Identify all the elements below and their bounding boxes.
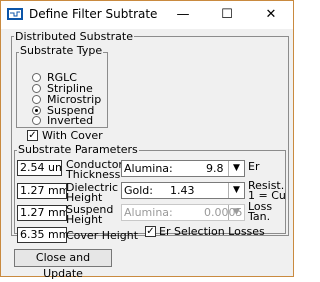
conductor-resist-value: 1.43 bbox=[170, 184, 195, 197]
loss-material-name: Alumina: bbox=[124, 206, 173, 219]
chevron-down-icon[interactable]: ▼ bbox=[228, 183, 244, 198]
substrate-type-label: Substrate Type bbox=[19, 44, 104, 57]
conductor-thickness-input[interactable]: 2.54 um bbox=[17, 160, 62, 176]
cover-height-label: Cover Height bbox=[66, 229, 139, 242]
radio-inverted-label: Inverted bbox=[47, 114, 94, 127]
er-selection-losses-label: Er Selection Losses bbox=[159, 225, 265, 238]
with-cover-label: With Cover bbox=[42, 129, 103, 142]
loss-material-select: Alumina: 0.0005 ▼ bbox=[121, 204, 245, 221]
radio-microstrip-circle[interactable] bbox=[32, 95, 41, 104]
resist-label: Resist. 1 = Cu bbox=[248, 179, 286, 202]
er-selection-losses-checkbox[interactable]: ✓ bbox=[145, 226, 156, 237]
radio-stripline-circle[interactable] bbox=[32, 84, 41, 93]
dialog-content: Distributed Substrate Substrate Type RGL… bbox=[4, 30, 291, 280]
dielectric-height-input[interactable]: 1.27 mm bbox=[17, 183, 67, 199]
radio-rglc-circle[interactable] bbox=[32, 73, 41, 82]
dielectric-height-label: Dielectric Height bbox=[66, 181, 119, 204]
radio-inverted-circle[interactable] bbox=[32, 116, 41, 125]
maximize-button[interactable]: ☐ bbox=[205, 1, 249, 29]
substrate-parameters-label: Substrate Parameters bbox=[17, 143, 139, 156]
dialog-window: Define Filter Subtrate — ☐ ✕ Distributed… bbox=[0, 0, 294, 280]
close-button[interactable]: ✕ bbox=[249, 1, 293, 29]
chevron-down-icon: ▼ bbox=[228, 205, 244, 220]
title-bar: Define Filter Subtrate — ☐ ✕ bbox=[1, 1, 293, 29]
chevron-down-icon[interactable]: ▼ bbox=[228, 161, 244, 176]
conductor-material-select[interactable]: Gold: 1.43 ▼ bbox=[121, 182, 245, 199]
minimize-button[interactable]: — bbox=[161, 1, 205, 29]
suspend-height-input[interactable]: 1.27 mm bbox=[17, 205, 67, 221]
with-cover-checkbox[interactable]: ✓ bbox=[27, 130, 38, 141]
radio-inverted[interactable]: Inverted bbox=[32, 115, 93, 126]
window-title: Define Filter Subtrate bbox=[29, 7, 158, 21]
suspend-height-label: Suspend Height bbox=[66, 203, 114, 226]
cover-height-input[interactable]: 6.35 mm bbox=[17, 227, 67, 243]
close-and-update-button[interactable]: Close and Update bbox=[14, 249, 112, 280]
dielectric-material-name: Alumina: bbox=[124, 162, 173, 175]
radio-suspend-circle[interactable] bbox=[32, 106, 41, 115]
distributed-substrate-label: Distributed Substrate bbox=[14, 30, 134, 43]
app-icon bbox=[7, 8, 23, 20]
dielectric-er-value: 9.8 bbox=[206, 162, 224, 175]
conductor-material-name: Gold: bbox=[124, 184, 153, 197]
er-label: Er bbox=[248, 160, 260, 173]
conductor-thickness-label: Conductor Thickness bbox=[66, 158, 123, 181]
dielectric-material-select[interactable]: Alumina: 9.8 ▼ bbox=[121, 160, 245, 177]
loss-tan-label: Loss Tan. bbox=[248, 200, 273, 223]
